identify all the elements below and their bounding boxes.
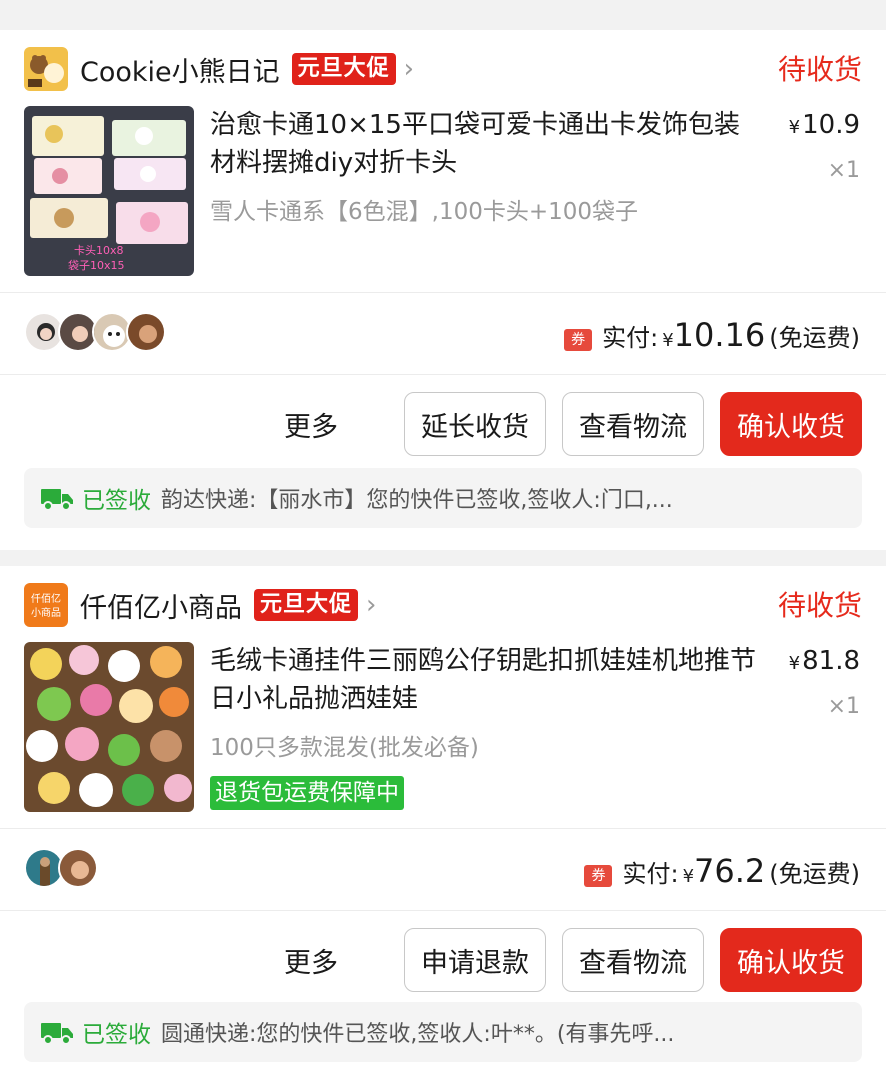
product-title[interactable]: 毛绒卡通挂件三丽鸥公仔钥匙扣抓娃娃机地推节日小礼品抛洒娃娃 [210, 642, 760, 718]
price-currency: ¥ [788, 653, 801, 674]
promo-badge: 元旦大促 [291, 53, 396, 85]
product-quantity: ×1 [827, 694, 860, 719]
shop-logo-line1: 仟佰亿 [31, 592, 61, 605]
shop-logo: 仟佰亿 小商品 [24, 583, 68, 627]
price-value: 10.9 [802, 110, 860, 140]
paid-summary: 券 实付: ¥ 76.2 (免运费) [584, 852, 860, 890]
shop-logo [24, 47, 68, 91]
logistics-bar[interactable]: 已签收 韵达快递:【丽水市】您的快件已签收,签收人:门口,... [24, 468, 862, 528]
coupon-icon: 券 [584, 865, 613, 887]
request-refund-button[interactable]: 申请退款 [404, 928, 546, 992]
confirm-receipt-button[interactable]: 确认收货 [720, 392, 862, 456]
logistics-text: 圆通快递:您的快件已签收,签收人:叶**。(有事先呼... [161, 1022, 675, 1047]
truck-icon [41, 1023, 73, 1045]
thumb-caption-card: 卡头10x8 [74, 244, 124, 257]
shop-name[interactable]: 仟佰亿小商品 [80, 586, 242, 625]
product-title[interactable]: 治愈卡通10×15平口袋可爱卡通出卡发饰包装材料摆摊diy对折卡头 [210, 106, 760, 182]
thumb-caption-bag: 袋子10x15 [68, 258, 125, 272]
product-price: ¥10.9 [789, 110, 860, 140]
order-card[interactable]: 仟佰亿 小商品 仟佰亿小商品 元旦大促 › 待收货 毛绒卡通挂件三丽鸥公仔钥匙扣… [0, 566, 886, 1068]
truck-icon [41, 489, 73, 511]
view-logistics-button[interactable]: 查看物流 [562, 928, 704, 992]
shop-name[interactable]: Cookie小熊日记 [80, 50, 280, 89]
view-logistics-button[interactable]: 查看物流 [562, 392, 704, 456]
buyer-avatars [24, 848, 98, 888]
product-image[interactable] [24, 642, 194, 812]
shop-header[interactable]: 仟佰亿 小商品 仟佰亿小商品 元旦大促 › [24, 582, 376, 628]
shop-logo-line2: 小商品 [31, 606, 61, 619]
shipping-guarantee-tag: 退货包运费保障中 [210, 776, 404, 810]
avatar [126, 312, 166, 352]
chevron-right-icon[interactable]: › [404, 56, 414, 82]
product-spec: 100只多款混发(批发必备) [210, 735, 479, 761]
order-card[interactable]: Cookie小熊日记 元旦大促 › 待收货 卡头10x8 袋子10x15 治愈卡… [0, 30, 886, 550]
order-actions: 更多 延长收货 查看物流 确认收货 [284, 392, 862, 456]
paid-label: 实付: [622, 860, 679, 888]
paid-label: 实付: [602, 324, 659, 352]
confirm-receipt-button[interactable]: 确认收货 [720, 928, 862, 992]
price-currency: ¥ [788, 117, 801, 138]
buyer-avatars [24, 312, 166, 352]
divider [0, 374, 886, 375]
paid-summary: 券 实付: ¥ 10.16 (免运费) [564, 316, 860, 354]
paid-amount: 10.16 [673, 316, 766, 354]
logistics-bar[interactable]: 已签收 圆通快递:您的快件已签收,签收人:叶**。(有事先呼... [24, 1002, 862, 1062]
price-value: 81.8 [802, 646, 860, 676]
order-status: 待收货 [777, 589, 862, 622]
product-image[interactable]: 卡头10x8 袋子10x15 [24, 106, 194, 276]
shipping-note: (免运费) [769, 860, 860, 888]
more-button[interactable]: 更多 [284, 405, 338, 444]
logistics-text: 韵达快递:【丽水市】您的快件已签收,签收人:门口,... [161, 488, 673, 513]
product-quantity: ×1 [827, 158, 860, 183]
paid-currency: ¥ [682, 866, 695, 887]
signed-status: 已签收 [82, 488, 151, 514]
avatar [58, 848, 98, 888]
order-actions: 更多 申请退款 查看物流 确认收货 [284, 928, 862, 992]
promo-badge: 元旦大促 [254, 589, 359, 621]
more-button[interactable]: 更多 [284, 941, 338, 980]
signed-status: 已签收 [82, 1022, 151, 1048]
product-spec: 雪人卡通系【6色混】,100卡头+100袋子 [210, 199, 639, 225]
chevron-right-icon[interactable]: › [366, 592, 376, 618]
coupon-icon: 券 [564, 329, 593, 351]
divider [0, 828, 886, 829]
product-price: ¥81.8 [789, 646, 860, 676]
paid-currency: ¥ [662, 330, 674, 351]
divider [0, 292, 886, 293]
shipping-note: (免运费) [769, 324, 860, 352]
divider [0, 910, 886, 911]
shop-header[interactable]: Cookie小熊日记 元旦大促 › [24, 46, 414, 92]
order-status: 待收货 [777, 53, 862, 86]
extend-receipt-button[interactable]: 延长收货 [404, 392, 546, 456]
paid-amount: 76.2 [694, 852, 766, 890]
